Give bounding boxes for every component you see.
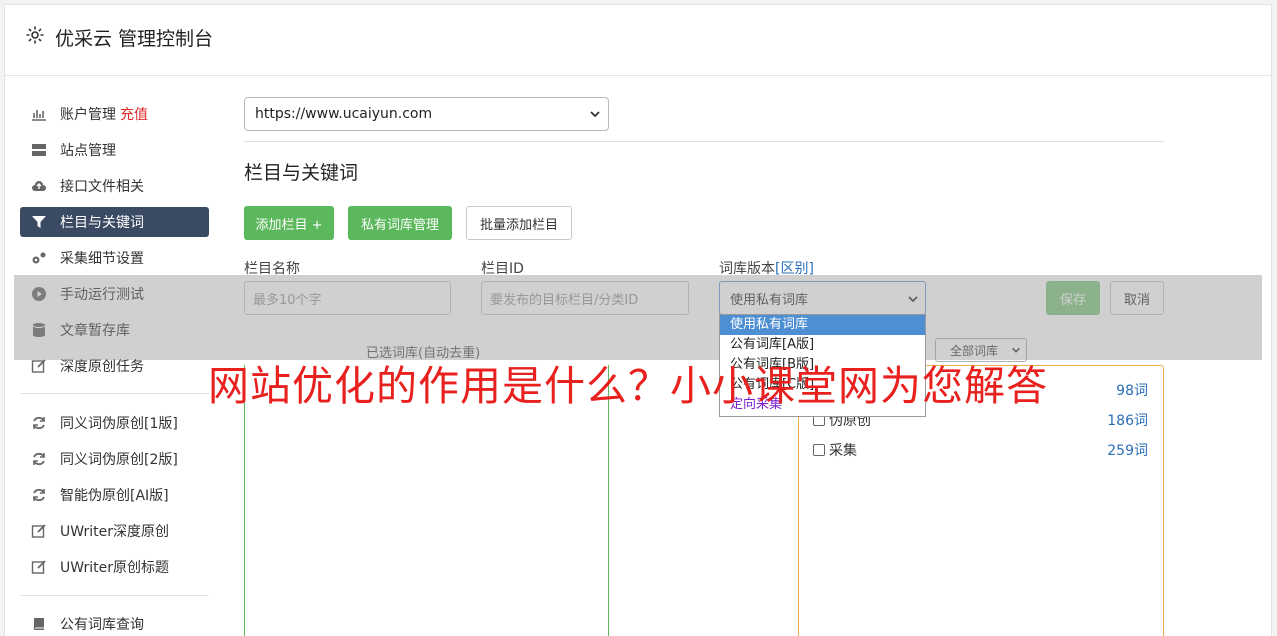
sidebar-item-synonym-v2[interactable]: 同义词伪原创[2版] <box>20 444 209 474</box>
sidebar-item-synonym-v1[interactable]: 同义词伪原创[1版] <box>20 408 209 438</box>
site-url-select[interactable]: https://www.ucaiyun.com <box>244 97 609 131</box>
sidebar-item-label: 智能伪原创[AI版] <box>60 488 169 504</box>
batch-add-column-button[interactable]: 批量添加栏目 <box>466 206 572 240</box>
refresh-icon <box>33 452 45 466</box>
sidebar-item-label: UWriter深度原创 <box>60 524 169 540</box>
bar-chart-icon <box>32 110 46 121</box>
sidebar-item-label: UWriter原创标题 <box>60 560 169 576</box>
library-name: 采集 <box>829 443 857 459</box>
sidebar-item-public-lib[interactable]: 公有词库查询 <box>20 609 209 636</box>
sidebar-item-sites[interactable]: 站点管理 <box>20 135 209 165</box>
site-url-value: https://www.ucaiyun.com <box>255 106 433 122</box>
gears-icon <box>32 252 46 264</box>
divider <box>244 141 1164 142</box>
library-count: 259词 <box>1107 443 1148 459</box>
edit-icon <box>31 359 46 373</box>
sidebar-item-label: 接口文件相关 <box>60 179 144 195</box>
page-header: 优采云 管理控制台 <box>5 5 1273 76</box>
sidebar-item-label: 公有词库查询 <box>60 617 144 633</box>
filter-icon <box>32 216 46 228</box>
sidebar-item-label: 采集细节设置 <box>60 251 144 267</box>
watermark-text: 网站优化的作用是什么？小小课堂网为您解答 <box>208 362 1048 410</box>
edit-icon <box>31 524 46 538</box>
sidebar-item-label: 站点管理 <box>60 143 116 159</box>
sidebar-item-interface[interactable]: 接口文件相关 <box>20 171 209 201</box>
sidebar-item-account[interactable]: 账户管理 充值 <box>20 99 209 129</box>
add-column-button[interactable]: 添加栏目 + <box>244 206 334 240</box>
sidebar-item-ai-rewrite[interactable]: 智能伪原创[AI版] <box>20 480 209 510</box>
dropdown-option[interactable]: 使用私有词库 <box>720 315 925 335</box>
sidebar-divider <box>20 595 209 596</box>
sidebar-item-label: 账户管理 <box>60 107 116 123</box>
library-count: 186词 <box>1107 413 1148 429</box>
book-icon <box>33 618 44 630</box>
edit-icon <box>31 560 46 574</box>
app-title: 优采云 管理控制台 <box>55 28 214 50</box>
refresh-icon <box>33 416 45 430</box>
chevron-down-icon <box>590 111 600 118</box>
sidebar-item-columns[interactable]: 栏目与关键词 <box>20 207 209 237</box>
sidebar-item-uwriter-deep[interactable]: UWriter深度原创 <box>20 516 209 546</box>
sidebar-item-label: 同义词伪原创[2版] <box>60 452 178 468</box>
section-title: 栏目与关键词 <box>244 162 359 184</box>
overlay-band <box>14 275 1262 360</box>
library-checkbox[interactable] <box>813 444 825 456</box>
gear-icon <box>26 26 44 44</box>
library-row[interactable]: 采集 259词 <box>813 439 1148 461</box>
sidebar-item-label: 栏目与关键词 <box>60 215 144 231</box>
sidebar-item-collect-settings[interactable]: 采集细节设置 <box>20 243 209 273</box>
sidebar-item-uwriter-title[interactable]: UWriter原创标题 <box>20 552 209 582</box>
refresh-icon <box>33 488 45 502</box>
cloud-upload-icon <box>32 181 46 191</box>
library-count: 98词 <box>1116 383 1148 399</box>
recharge-link[interactable]: 充值 <box>120 104 148 124</box>
private-lib-button[interactable]: 私有词库管理 <box>348 206 452 240</box>
sidebar-divider <box>20 393 209 394</box>
sidebar-item-label: 同义词伪原创[1版] <box>60 416 178 432</box>
server-icon <box>32 144 46 156</box>
